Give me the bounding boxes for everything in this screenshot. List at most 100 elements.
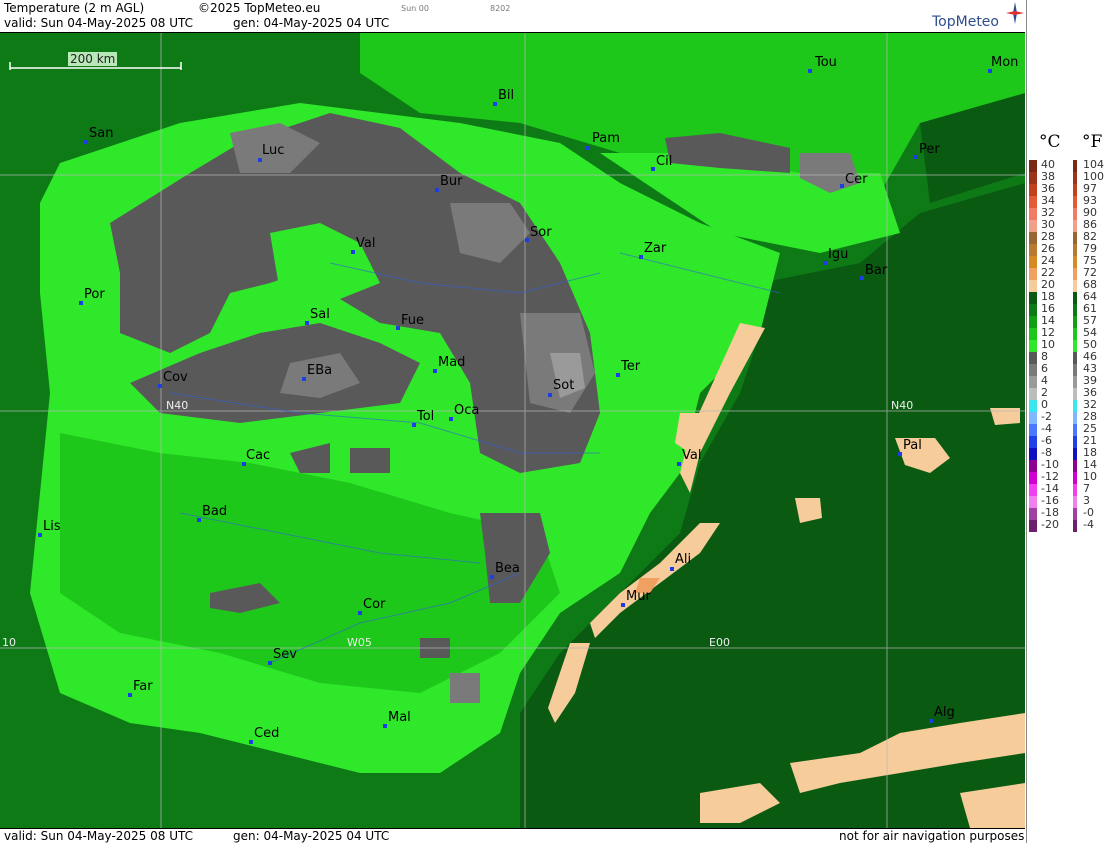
city-marker (435, 188, 439, 192)
legend-swatch-celsius (1029, 268, 1037, 280)
celsius-unit: °C (1039, 132, 1061, 152)
city-label[interactable]: Ter (621, 359, 640, 374)
city-label[interactable]: Bur (440, 174, 463, 189)
city-label[interactable]: Sal (310, 307, 330, 322)
legend-swatch-fahrenheit (1073, 196, 1077, 208)
city-marker (898, 452, 902, 456)
navigation-notice: not for air navigation purposes (839, 829, 1025, 843)
city-label[interactable]: Lis (43, 519, 61, 534)
city-label[interactable]: Bea (495, 561, 520, 576)
city-label[interactable]: San (89, 126, 113, 141)
temperature-map[interactable]: 200 km N40 N40 W05 E00 10 Tou Mon Bil Sa… (0, 33, 1025, 828)
compass-icon (1006, 2, 1024, 24)
legend-label-celsius: -20 (1041, 518, 1059, 531)
city-label[interactable]: Val (682, 448, 701, 463)
legend-swatch-fahrenheit (1073, 268, 1077, 280)
city-label[interactable]: Tol (417, 409, 434, 424)
city-label[interactable]: Mal (388, 710, 411, 725)
city-marker (651, 167, 655, 171)
city-label[interactable]: Mur (626, 589, 651, 604)
logo-text: TopMeteo (932, 14, 999, 30)
city-marker (808, 69, 812, 73)
legend-swatch-fahrenheit (1073, 484, 1077, 496)
city-label[interactable]: EBa (307, 363, 332, 378)
legend-swatch-fahrenheit (1073, 304, 1077, 316)
city-label[interactable]: Pal (903, 438, 922, 453)
valid-time: valid: Sun 04-May-2025 08 UTC (4, 16, 193, 30)
legend-swatch-celsius (1029, 364, 1037, 376)
city-label[interactable]: Sot (553, 378, 574, 393)
city-marker (249, 740, 253, 744)
legend-swatch-celsius (1029, 472, 1037, 484)
legend-swatch-celsius (1029, 448, 1037, 460)
legend-swatch-fahrenheit (1073, 448, 1077, 460)
city-marker (525, 238, 529, 242)
city-marker (616, 373, 620, 377)
grid-label: 10 (2, 636, 16, 649)
grid-label: N40 (891, 399, 914, 412)
city-marker (840, 184, 844, 188)
city-label[interactable]: Sor (530, 225, 552, 240)
city-label[interactable]: Bil (498, 88, 514, 103)
city-label[interactable]: Mon (991, 55, 1018, 70)
city-marker (79, 301, 83, 305)
city-marker (412, 423, 416, 427)
city-label[interactable]: Ced (254, 726, 279, 741)
legend-swatch-celsius (1029, 388, 1037, 400)
legend-swatch-celsius (1029, 172, 1037, 184)
grid-label: N40 (166, 399, 189, 412)
legend-swatch-celsius (1029, 424, 1037, 436)
city-label[interactable]: Cer (845, 172, 867, 187)
legend-swatch-fahrenheit (1073, 496, 1077, 508)
copyright: ©2025 TopMeteo.eu (198, 1, 321, 15)
city-label[interactable]: Far (133, 679, 153, 694)
city-label[interactable]: Oca (454, 403, 479, 418)
city-label[interactable]: Per (919, 142, 940, 157)
legend-swatch-celsius (1029, 292, 1037, 304)
city-marker (914, 155, 918, 159)
city-label[interactable]: Cac (246, 448, 270, 463)
city-label[interactable]: Bar (865, 263, 887, 278)
city-marker (860, 276, 864, 280)
city-label[interactable]: Tou (815, 55, 837, 70)
city-label[interactable]: Ali (675, 552, 691, 567)
legend-swatch-fahrenheit (1073, 316, 1077, 328)
city-label[interactable]: Zar (644, 241, 666, 256)
legend-swatch-celsius (1029, 508, 1037, 520)
city-label[interactable]: Fue (401, 313, 424, 328)
legend-swatch-celsius (1029, 412, 1037, 424)
city-label[interactable]: Igu (828, 247, 848, 262)
city-marker (929, 719, 933, 723)
city-marker (158, 384, 162, 388)
city-label[interactable]: Por (84, 287, 105, 302)
fahrenheit-unit: °F (1082, 132, 1103, 152)
city-label[interactable]: Luc (262, 143, 284, 158)
city-label[interactable]: Alg (934, 705, 955, 720)
legend-swatch-fahrenheit (1073, 508, 1077, 520)
city-marker (493, 102, 497, 106)
city-marker (586, 146, 590, 150)
legend-swatch-fahrenheit (1073, 340, 1077, 352)
generated-time: gen: 04-May-2025 04 UTC (233, 16, 390, 30)
legend-swatch-celsius (1029, 196, 1037, 208)
city-label[interactable]: Mad (438, 355, 465, 370)
map-footer: valid: Sun 04-May-2025 08 UTC gen: 04-Ma… (0, 828, 1025, 844)
legend-swatch-celsius (1029, 208, 1037, 220)
city-label[interactable]: Cor (363, 597, 385, 612)
topmeteo-logo[interactable]: TopMeteo (932, 14, 999, 30)
city-label[interactable]: Bad (202, 504, 227, 519)
city-label[interactable]: Sev (273, 647, 297, 662)
city-label[interactable]: Cov (163, 370, 188, 385)
city-label[interactable]: Val (356, 236, 375, 251)
run-label: Sun 00 (401, 4, 429, 13)
legend-swatch-celsius (1029, 160, 1037, 172)
city-label[interactable]: Pam (592, 131, 620, 146)
legend-swatch-celsius (1029, 376, 1037, 388)
city-label[interactable]: Cil (656, 154, 672, 169)
legend-swatch-fahrenheit (1073, 280, 1077, 292)
grid-label: W05 (347, 636, 372, 649)
legend-swatch-fahrenheit (1073, 184, 1077, 196)
legend-swatch-fahrenheit (1073, 412, 1077, 424)
legend-swatch-fahrenheit (1073, 388, 1077, 400)
legend-swatch-celsius (1029, 280, 1037, 292)
